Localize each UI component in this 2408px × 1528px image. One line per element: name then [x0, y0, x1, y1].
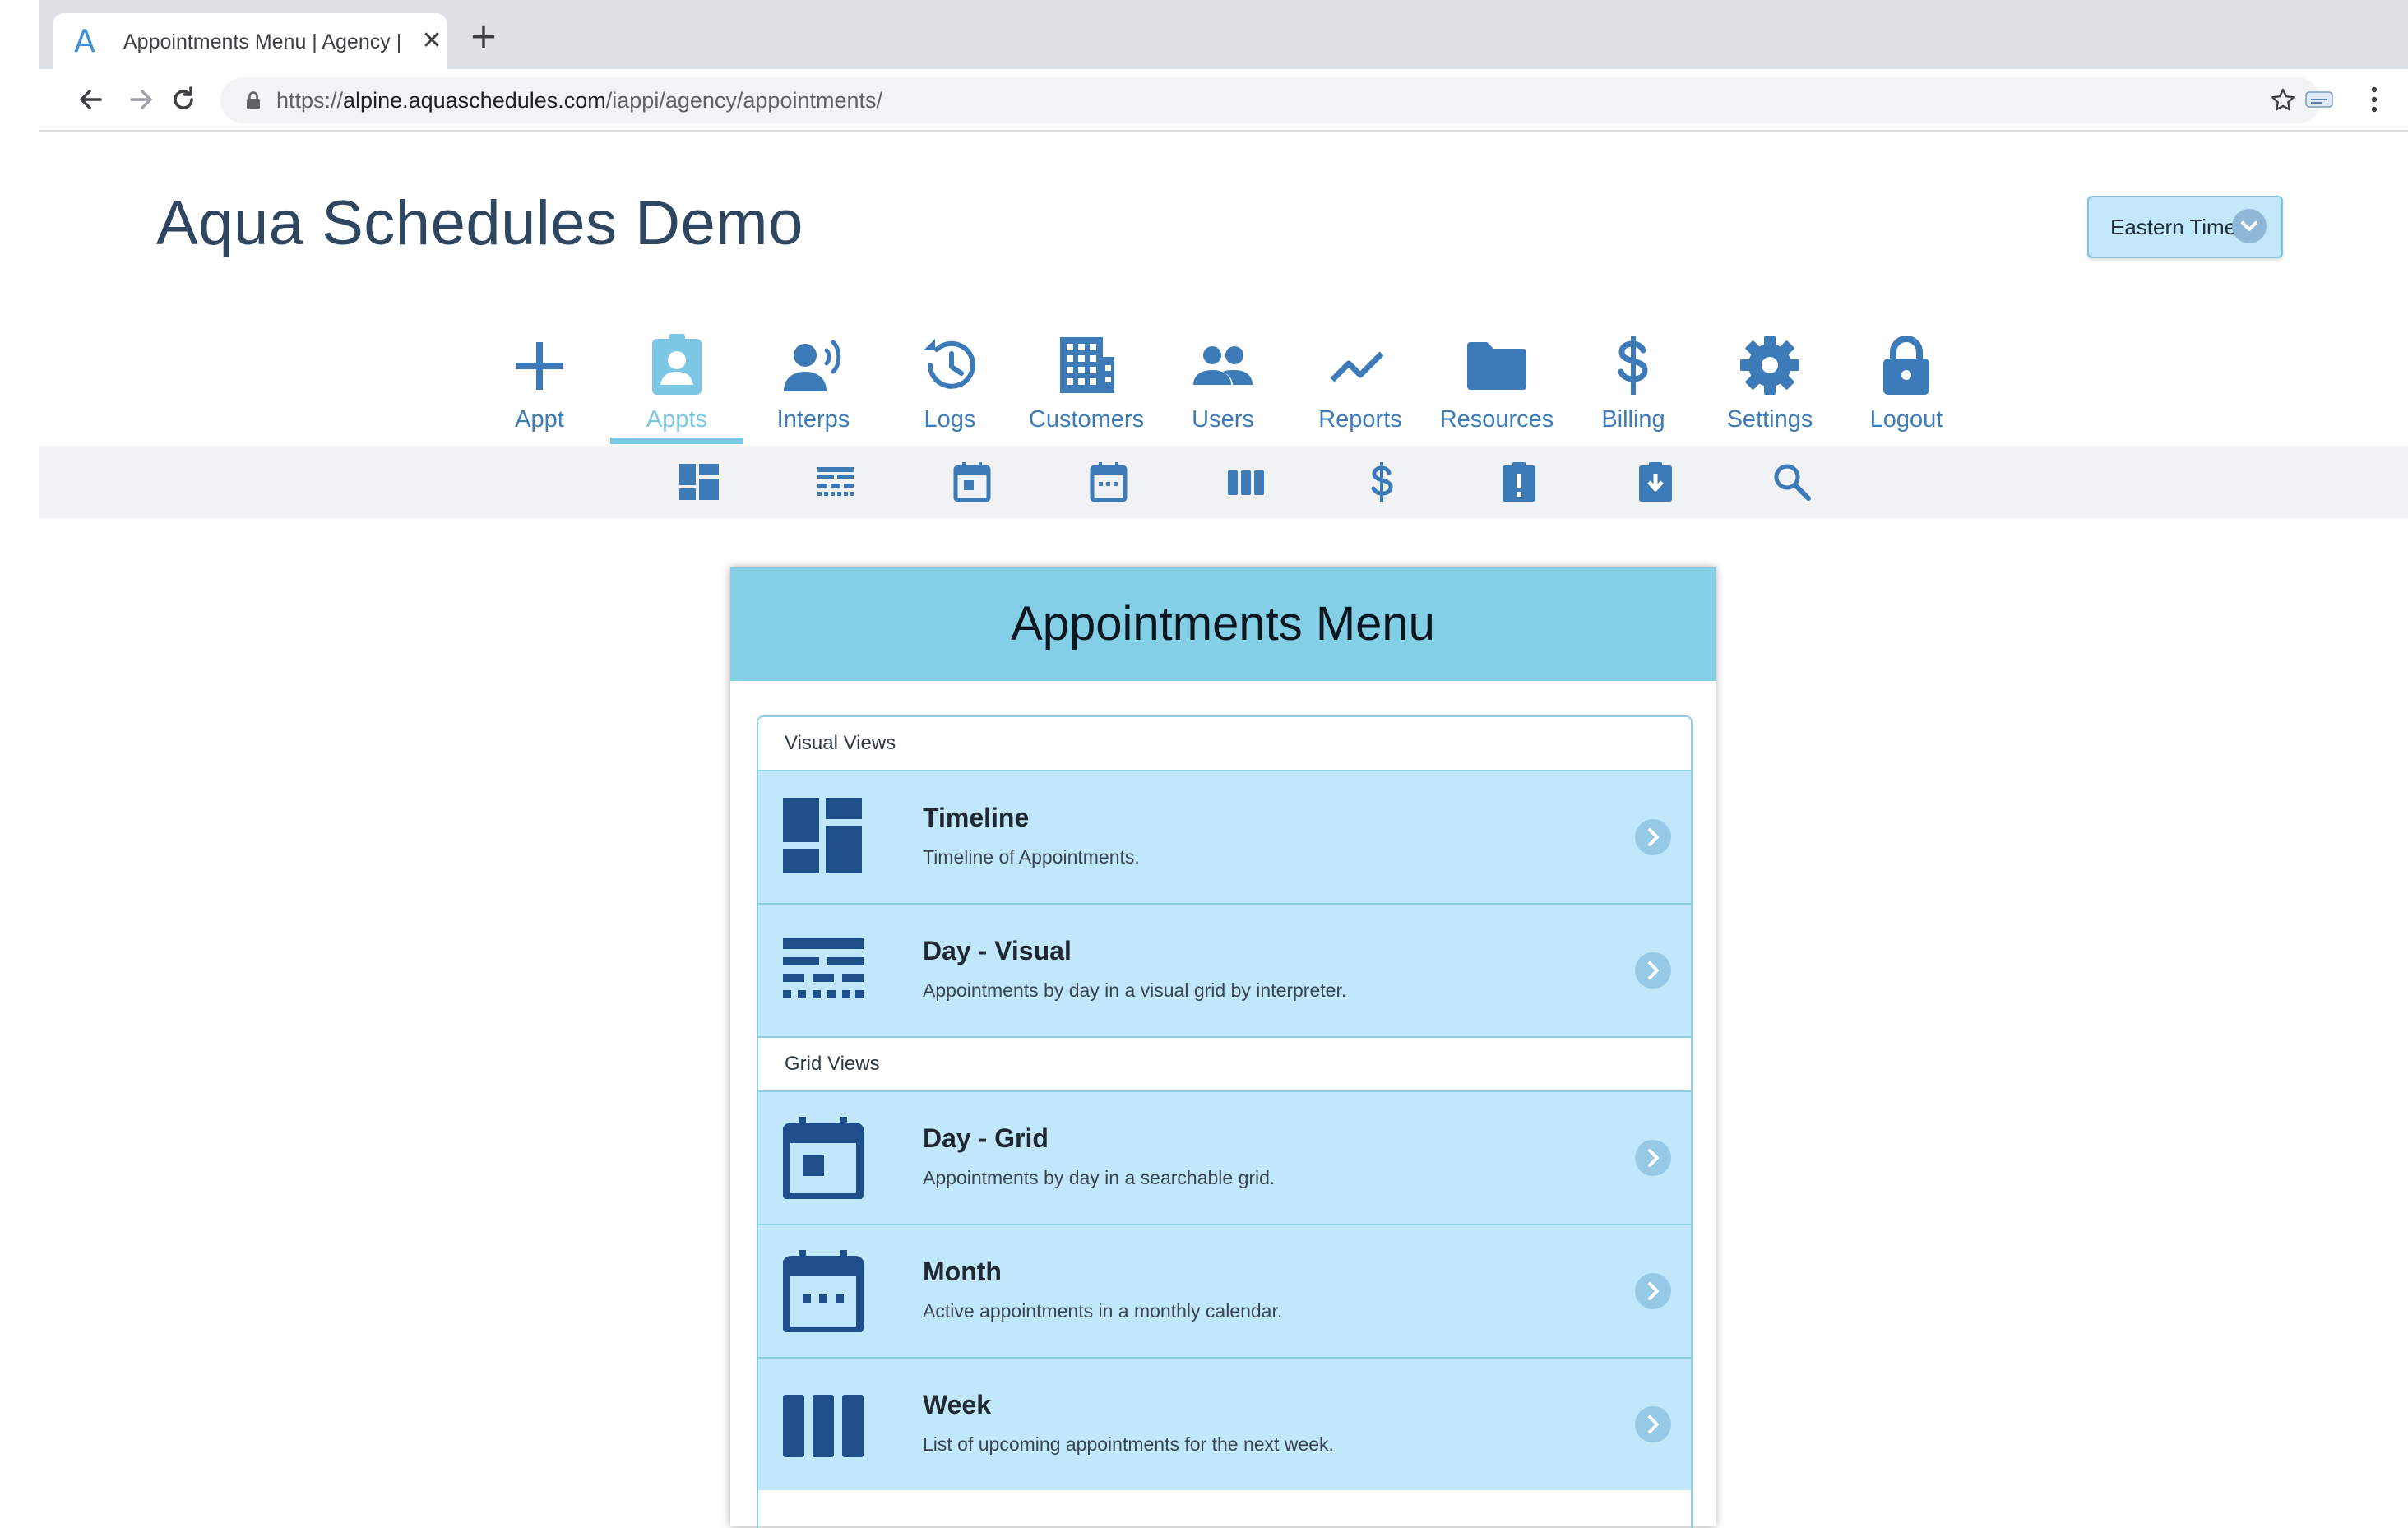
nav-item-interps[interactable]: Interps	[745, 313, 882, 444]
building-icon	[1060, 337, 1114, 393]
main-nav: Appt Appts Interps Logs Customers Users …	[0, 313, 2408, 444]
browser-toolbar: https://alpine.aquaschedules.com/iappi/a…	[39, 69, 2408, 132]
forward-icon[interactable]	[122, 81, 160, 118]
chevron-right-icon	[1635, 819, 1671, 855]
row-title: Month	[923, 1257, 1002, 1286]
row-title: Timeline	[923, 803, 1030, 832]
site-title: Aqua Schedules Demo	[156, 188, 803, 258]
row-description: List of upcoming appointments for the ne…	[923, 1433, 1334, 1455]
menu-row-day-grid[interactable]: Day - Grid Appointments by day in a sear…	[758, 1090, 1691, 1224]
bookmark-star-icon[interactable]	[2270, 87, 2296, 113]
nav-item-billing[interactable]: Billing	[1565, 313, 1702, 444]
chevron-right-icon	[1635, 952, 1671, 989]
week-icon[interactable]	[1223, 459, 1269, 505]
row-description: Appointments by day in a visual grid by …	[923, 979, 1347, 1001]
browser-tab-strip: A Appointments Menu | Agency | ✕ +	[39, 0, 2408, 69]
chevron-right-icon	[1635, 1273, 1671, 1309]
card-body: Visual Views Timeline Timeline of Appoin…	[757, 715, 1693, 1528]
user-voice-icon	[784, 340, 841, 391]
download-clipboard-icon[interactable]	[1632, 459, 1679, 505]
menu-row-timeline[interactable]: Timeline Timeline of Appointments.	[758, 770, 1691, 903]
alert-clipboard-icon[interactable]	[1496, 459, 1542, 505]
back-icon[interactable]	[72, 81, 110, 118]
clipboard-user-icon	[652, 334, 702, 395]
timezone-select[interactable]: Eastern Time	[2087, 196, 2283, 258]
month-icon[interactable]	[1086, 459, 1132, 505]
dashboard-icon[interactable]	[676, 459, 722, 505]
billing-icon[interactable]	[1359, 459, 1405, 505]
nav-item-reports[interactable]: Reports	[1292, 313, 1429, 444]
search-icon[interactable]	[1769, 459, 1815, 505]
day-visual-icon	[783, 938, 864, 998]
nav-label-logout: Logout	[1869, 406, 1943, 433]
folder-icon	[1467, 342, 1526, 390]
chevron-down-icon	[2232, 209, 2267, 243]
lock-icon	[1883, 336, 1929, 395]
users-icon	[1193, 346, 1253, 385]
gear-icon	[1740, 336, 1799, 395]
nav-item-logs[interactable]: Logs	[882, 313, 1018, 444]
section-label-grid-views: Grid Views	[785, 1053, 880, 1075]
card-header: Appointments Menu	[730, 567, 1716, 681]
nav-item-settings[interactable]: Settings	[1702, 313, 1838, 444]
menu-row-month[interactable]: Month Active appointments in a monthly c…	[758, 1224, 1691, 1357]
nav-item-resources[interactable]: Resources	[1429, 313, 1565, 444]
row-description: Timeline of Appointments.	[923, 846, 1140, 868]
url-text: https://alpine.aquaschedules.com/iappi/a…	[276, 87, 882, 113]
day-grid-icon	[783, 1117, 864, 1199]
new-tab-button[interactable]: +	[467, 19, 500, 53]
nav-item-customers[interactable]: Customers	[1018, 313, 1155, 444]
nav-item-users[interactable]: Users	[1155, 313, 1291, 444]
card-title: Appointments Menu	[1011, 597, 1435, 651]
nav-item-appts[interactable]: Appts	[609, 313, 745, 444]
tab-close-icon[interactable]: ✕	[419, 26, 444, 56]
plus-icon	[516, 342, 563, 390]
chart-line-icon	[1330, 351, 1384, 382]
appointments-menu-card: Appointments Menu Visual Views Timeline …	[730, 567, 1716, 1528]
section-header-visual-views: Visual Views	[758, 717, 1691, 770]
day-grid-icon[interactable]	[949, 459, 995, 505]
row-title: Day - Visual	[923, 936, 1072, 965]
active-nav-underline	[610, 438, 743, 444]
day-visual-icon[interactable]	[813, 459, 859, 505]
history-icon	[924, 339, 975, 389]
address-bar[interactable]: https://alpine.aquaschedules.com/iappi/a…	[220, 77, 2321, 123]
lock-icon	[247, 91, 260, 109]
nav-item-appt[interactable]: Appt	[471, 313, 608, 444]
nav-item-logout[interactable]: Logout	[1838, 313, 1975, 444]
section-header-grid-views: Grid Views	[758, 1036, 1691, 1090]
timezone-label: Eastern Time	[2110, 215, 2237, 239]
sub-nav	[39, 446, 2408, 518]
reload-icon[interactable]	[164, 81, 202, 118]
site-favicon-icon: A	[74, 23, 95, 59]
tab-title: Appointments Menu | Agency |	[123, 30, 402, 53]
section-label-visual-views: Visual Views	[785, 732, 896, 754]
week-icon	[783, 1395, 864, 1457]
row-title: Week	[923, 1390, 992, 1419]
row-description: Appointments by day in a searchable grid…	[923, 1167, 1276, 1188]
dollar-icon	[1618, 336, 1648, 395]
row-title: Day - Grid	[923, 1123, 1049, 1153]
menu-row-day-visual[interactable]: Day - Visual Appointments by day in a vi…	[758, 903, 1691, 1036]
url-scheme: https://	[276, 88, 344, 113]
row-description: Active appointments in a monthly calenda…	[923, 1300, 1283, 1322]
month-icon	[783, 1250, 864, 1332]
browser-tab[interactable]: A Appointments Menu | Agency | ✕	[53, 13, 447, 69]
chevron-right-icon	[1635, 1406, 1671, 1442]
url-host: alpine.aquaschedules.com	[343, 88, 606, 113]
extension-icon[interactable]	[2304, 87, 2334, 112]
url-path: /iappi/agency/appointments/	[605, 88, 882, 113]
chevron-right-icon	[1635, 1140, 1671, 1176]
timeline-icon	[783, 798, 862, 873]
browser-menu-icon[interactable]	[2369, 86, 2380, 113]
menu-row-week[interactable]: Week List of upcoming appointments for t…	[758, 1357, 1691, 1490]
